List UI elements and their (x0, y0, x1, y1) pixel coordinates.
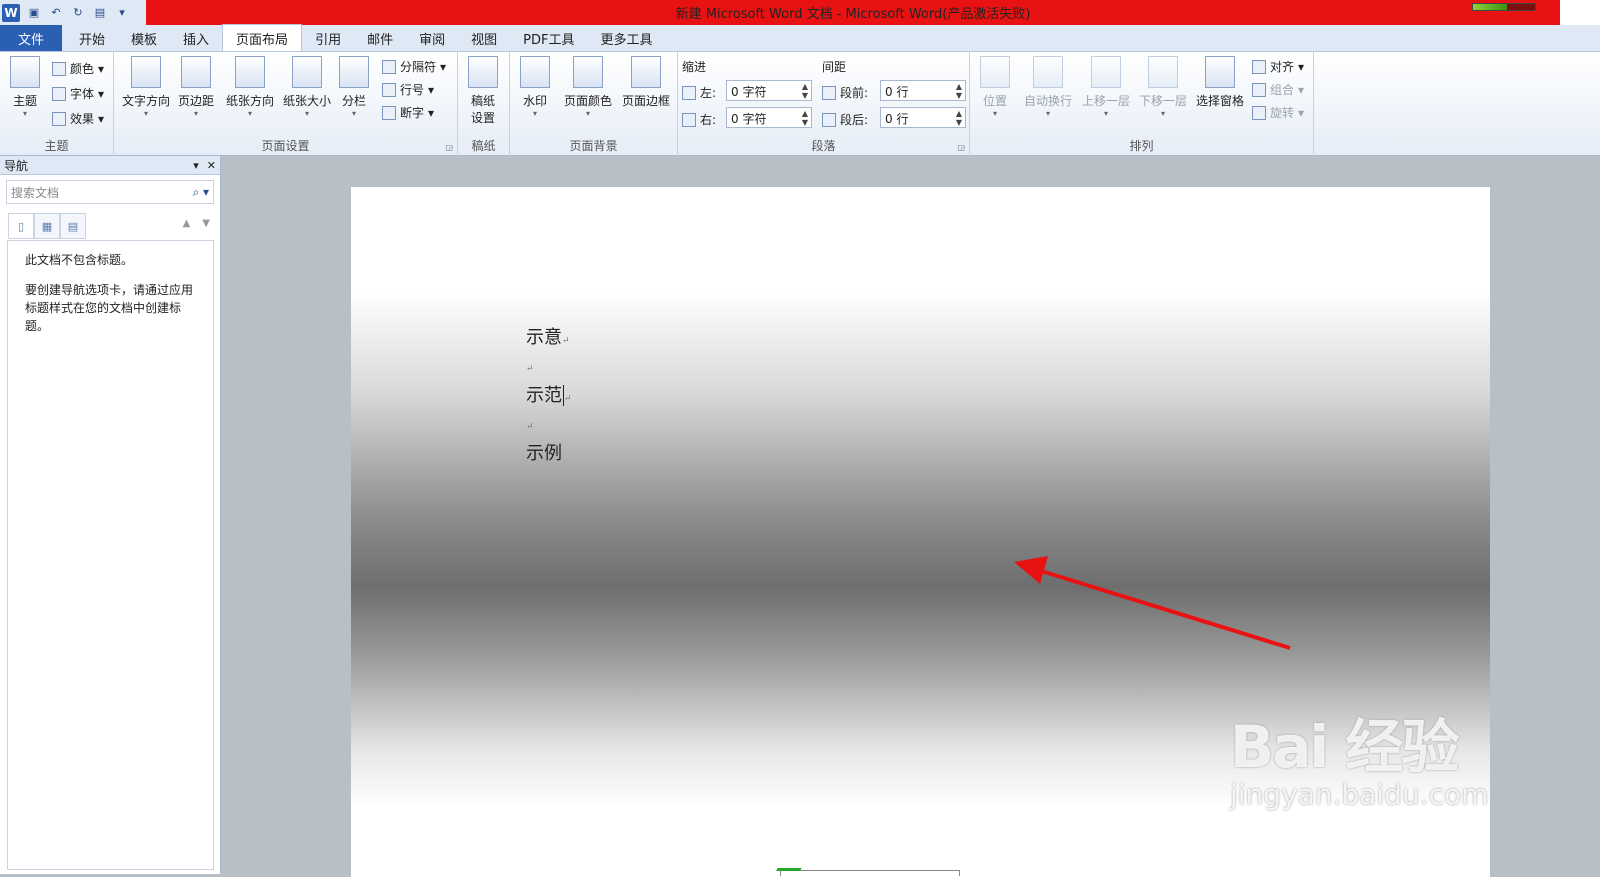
baidu-watermark: Bai 经验 jingyan.baidu.com (1230, 700, 1488, 811)
green-mark (774, 868, 802, 874)
arrow-shaft (1037, 568, 1291, 650)
watermark-url: jingyan.baidu.com (1230, 778, 1489, 811)
bottom-element (780, 870, 960, 876)
watermark-brand: Bai 经验 (1230, 713, 1459, 781)
arrow-head (1014, 556, 1048, 584)
